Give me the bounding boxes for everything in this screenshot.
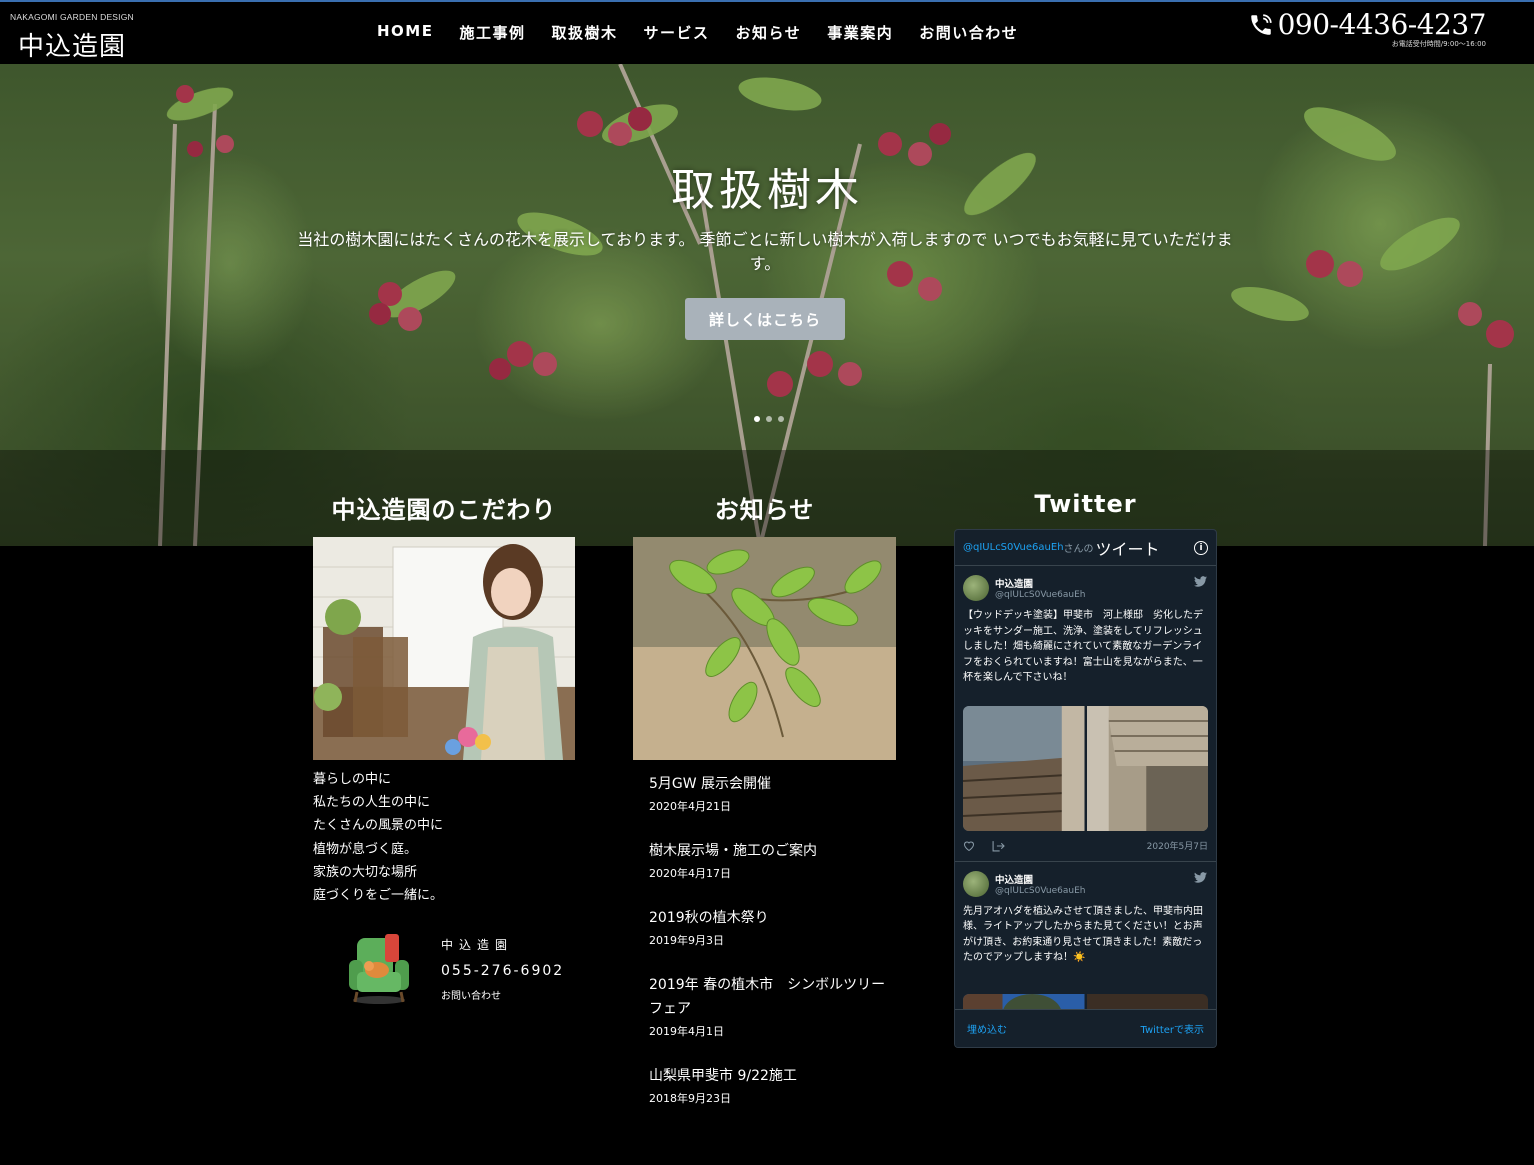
tweet-author[interactable]: 中込造園 bbox=[995, 872, 1085, 886]
kodawari-text: 暮らしの中に 私たちの人生の中に たくさんの風景の中に 植物が息づく庭。 家族の… bbox=[313, 772, 444, 904]
leaves-photo bbox=[633, 537, 896, 760]
twitter-bird-icon[interactable] bbox=[1194, 871, 1207, 883]
view-on-twitter-link[interactable]: Twitterで表示 bbox=[1140, 1021, 1204, 1036]
news-item[interactable]: 2019秋の植木祭り 2019年9月3日 bbox=[649, 906, 889, 948]
tweet-text: 先月アオハダを植込みさせて頂きました、甲斐市内田様、ライトアップしたからまた見て… bbox=[963, 905, 1203, 964]
nav-news[interactable]: お知らせ bbox=[736, 22, 802, 43]
embed-link[interactable]: 埋め込む bbox=[967, 1021, 1007, 1036]
news-title[interactable]: 5月GW 展示会開催 bbox=[649, 772, 889, 796]
hero-text: 当社の樹木園にはたくさんの花木を展示しております。 季節ごとに新しい樹木が入荷し… bbox=[297, 230, 1233, 273]
kodawari-heading: 中込造園のこだわり bbox=[331, 496, 557, 524]
tweet-photos[interactable] bbox=[963, 705, 1209, 831]
twitter-bird-icon[interactable] bbox=[1194, 576, 1207, 587]
tweet-text: 【ウッドデッキ塗装】甲斐市 河上様邸 劣化したデッキをサンダー施工、洗浄、塗装を… bbox=[963, 610, 1203, 683]
news-item[interactable]: 5月GW 展示会開催 2020年4月21日 bbox=[649, 772, 889, 814]
tweet-photo[interactable] bbox=[963, 705, 1085, 831]
armchair-illustration bbox=[349, 934, 409, 1004]
nav-trees[interactable]: 取扱樹木 bbox=[552, 22, 618, 43]
tweet-author[interactable]: 中込造園 bbox=[995, 576, 1085, 590]
tweet-date[interactable]: 2020年5月7日 bbox=[1147, 839, 1208, 852]
news-item[interactable]: 樹木展示場・施工のご案内 2020年4月17日 bbox=[649, 839, 889, 881]
news-title[interactable]: 山梨県甲斐市 9/22施工 bbox=[649, 1064, 889, 1088]
slider-dots bbox=[754, 416, 784, 422]
shop-tel[interactable]: 055-276-6902 bbox=[441, 963, 564, 979]
slider-dot[interactable] bbox=[754, 416, 760, 422]
nav-contact[interactable]: お問い合わせ bbox=[919, 22, 1018, 43]
shop-info: 中込造園 055-276-6902 お問い合わせ bbox=[441, 936, 564, 1002]
avatar[interactable] bbox=[963, 575, 989, 601]
share-icon[interactable] bbox=[991, 840, 1005, 852]
twitter-footer: 埋め込む Twitterで表示 bbox=[955, 1009, 1216, 1047]
info-icon[interactable]: i bbox=[1194, 540, 1208, 555]
hero-slider: 取扱樹木 当社の樹木園にはたくさんの花木を展示しております。 季節ごとに新しい樹… bbox=[0, 64, 1534, 546]
news-date: 2020年4月21日 bbox=[649, 800, 731, 813]
shop-contact-link[interactable]: お問い合わせ bbox=[441, 987, 564, 1002]
logo-subtitle: NAKAGOMI GARDEN DESIGN bbox=[10, 12, 134, 22]
news-item[interactable]: 山梨県甲斐市 9/22施工 2018年9月23日 bbox=[649, 1064, 889, 1106]
hero-title: 取扱樹木 bbox=[671, 165, 863, 216]
tweet-photo[interactable] bbox=[1086, 705, 1209, 831]
nav-service[interactable]: サービス bbox=[644, 22, 710, 43]
site-header: NAKAGOMI GARDEN DESIGN 中込造園 HOME 施工事例 取扱… bbox=[0, 0, 1534, 64]
news-date: 2018年9月23日 bbox=[649, 1092, 731, 1105]
tweet[interactable]: 中込造園 @qIULcS0Vue6auEh 【ウッドデッキ塗装】甲斐市 河上様邸… bbox=[955, 566, 1216, 862]
tweet-handle[interactable]: @qIULcS0Vue6auEh bbox=[995, 886, 1085, 896]
gardener-photo bbox=[313, 537, 575, 760]
phone-icon bbox=[1250, 13, 1272, 35]
phone-number[interactable]: 090-4436-4237 bbox=[1278, 8, 1487, 41]
nav-business[interactable]: 事業案内 bbox=[827, 22, 893, 43]
news-date: 2019年9月3日 bbox=[649, 934, 724, 947]
nav-works[interactable]: 施工事例 bbox=[459, 22, 525, 43]
main-nav: HOME 施工事例 取扱樹木 サービス お知らせ 事業案内 お問い合わせ bbox=[364, 22, 1031, 43]
twitter-timeline: @qIULcS0Vue6auEh さんの ツイート i 中込造園 @qIULcS… bbox=[954, 529, 1217, 1048]
tweet-handle[interactable]: @qIULcS0Vue6auEh bbox=[995, 590, 1085, 600]
news-date: 2019年4月1日 bbox=[649, 1025, 724, 1038]
news-list: 5月GW 展示会開催 2020年4月21日 樹木展示場・施工のご案内 2020年… bbox=[649, 772, 889, 1131]
news-title[interactable]: 樹木展示場・施工のご案内 bbox=[649, 839, 889, 863]
avatar[interactable] bbox=[963, 870, 989, 897]
news-heading: お知らせ bbox=[714, 496, 815, 524]
news-title[interactable]: 2019秋の植木祭り bbox=[649, 906, 889, 930]
twitter-handle-link[interactable]: @qIULcS0Vue6auEh bbox=[963, 542, 1064, 553]
slider-dot[interactable] bbox=[778, 416, 784, 422]
twitter-title: ツイート bbox=[1095, 539, 1160, 559]
phone-block: 090-4436-4237 お電話受付時間/9:00〜16:00 bbox=[1248, 8, 1487, 49]
nav-home[interactable]: HOME bbox=[377, 22, 433, 43]
news-item[interactable]: 2019年 春の植木市 シンボルツリーフェア 2019年4月1日 bbox=[649, 973, 889, 1039]
news-title[interactable]: 2019年 春の植木市 シンボルツリーフェア bbox=[649, 973, 889, 1021]
news-date: 2020年4月17日 bbox=[649, 867, 731, 880]
shop-name: 中込造園 bbox=[441, 938, 514, 952]
twitter-heading: Twitter bbox=[1034, 490, 1137, 518]
like-icon[interactable] bbox=[963, 840, 975, 851]
twitter-header: @qIULcS0Vue6auEh さんの ツイート i bbox=[955, 530, 1216, 566]
slider-dot[interactable] bbox=[766, 416, 772, 422]
site-logo[interactable]: 中込造園 bbox=[18, 26, 126, 63]
details-button[interactable]: 詳しくはこちら bbox=[685, 298, 845, 340]
